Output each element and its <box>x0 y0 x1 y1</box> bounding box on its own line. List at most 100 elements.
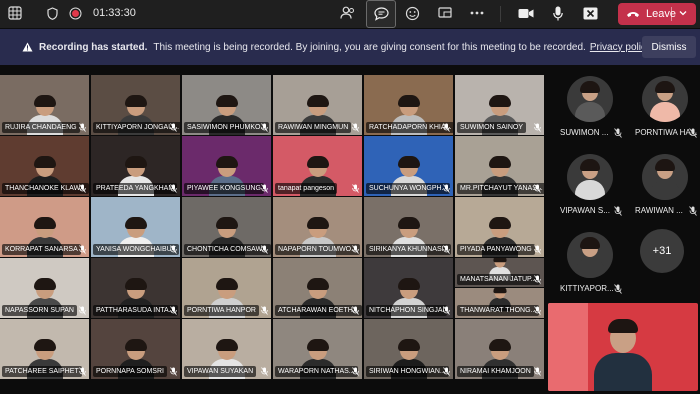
participant-hair <box>215 95 238 107</box>
participant-name: ATCHARAWAN EOETH... <box>275 305 362 316</box>
attendee-item[interactable]: KITTIYAPOR... <box>550 226 625 304</box>
participant-hair <box>215 217 238 229</box>
participant-tile[interactable]: THANWARAT THONG... <box>455 288 544 318</box>
participant-tile[interactable]: RUJIRA CHANDAENG <box>0 75 89 135</box>
participant-tile[interactable]: VIPAWAN SUYAKAN <box>182 319 271 379</box>
participant-tile[interactable]: PRATEEDA YANGKHAM <box>91 136 180 196</box>
mic-muted-icon <box>352 306 359 315</box>
participant-name: NITCHAPHON SINGJAI <box>366 305 448 316</box>
chat-icon <box>374 7 389 21</box>
participant-name: PIYAWEE KONGSUNG <box>184 183 264 194</box>
mic-muted-icon <box>443 306 450 315</box>
camera-icon[interactable] <box>518 8 534 19</box>
participant-tile[interactable]: SIRIWAN HONGWIAN... <box>364 319 453 379</box>
participant-name: PATCHAREE SAIPHET <box>2 366 82 377</box>
participant-tile[interactable]: NITCHAPHON SINGJAI <box>364 258 453 318</box>
stop-sharing-icon[interactable] <box>583 7 598 20</box>
banner-message: This meeting is being recorded. By joini… <box>153 41 586 53</box>
mic-muted-icon <box>261 306 268 315</box>
participant-name: KORRAPAT SANARSA <box>2 244 81 255</box>
participant-hair <box>488 217 511 229</box>
mic-muted-icon <box>534 367 541 376</box>
participant-hair <box>124 278 147 290</box>
participant-tile[interactable]: THANCHANOKE KLAW... <box>0 136 89 196</box>
self-background <box>548 303 588 391</box>
mic-muted-icon <box>79 184 86 193</box>
participant-tile[interactable]: SUCHUNYA WONGPH... <box>364 136 453 196</box>
participant-name: NIRAMAI KHAMJOON <box>457 366 534 377</box>
phone-hangup-icon <box>626 10 640 18</box>
dismiss-button[interactable]: Dismiss <box>642 36 696 58</box>
attendee-item[interactable]: RAWIWAN ... <box>625 148 700 226</box>
chevron-down-icon[interactable] <box>678 8 688 18</box>
people-icon[interactable] <box>340 6 356 20</box>
participant-tile[interactable]: RAWIWAN MINGMUN <box>273 75 362 135</box>
participant-tile[interactable]: PATTHARASUDA INTA... <box>91 258 180 318</box>
more-actions-icon[interactable] <box>470 11 484 15</box>
participant-tile[interactable]: YANISA WONGCHAIBUT <box>91 197 180 257</box>
participant-name: MANATSANAN JATUP... <box>457 274 540 285</box>
self-video-preview[interactable] <box>548 303 698 391</box>
participant-tile[interactable]: KORRAPAT SANARSA <box>0 197 89 257</box>
avatar-hair <box>580 159 600 171</box>
mic-muted-icon <box>614 284 622 294</box>
reactions-icon[interactable] <box>405 6 420 21</box>
microphone-icon[interactable] <box>553 6 563 21</box>
participant-tile[interactable]: RATCHADAPORN KHIA... <box>364 75 453 135</box>
avatar <box>567 154 613 200</box>
participant-tile[interactable]: WARAPORN NATHAS... <box>273 319 362 379</box>
grid-icon[interactable] <box>8 6 22 20</box>
participant-name: RATCHADAPORN KHIA... <box>366 122 453 133</box>
participant-tile[interactable]: NAPASSORN SUPAN <box>0 258 89 318</box>
avatar-body <box>650 180 680 200</box>
more-attendees[interactable]: +31 <box>625 226 700 304</box>
attendee-item[interactable]: SUWIMON ... <box>550 70 625 148</box>
overflow-count[interactable]: +31 <box>640 229 684 273</box>
participant-tile[interactable]: SUWIMON SAINOY <box>455 75 544 135</box>
participant-tile[interactable]: MANATSANAN JATUP... <box>455 258 544 287</box>
avatar-body <box>575 258 605 278</box>
attendee-item[interactable]: PORNTIWA HA... <box>625 70 700 148</box>
mic-muted-icon <box>534 306 541 315</box>
participant-hair <box>33 217 56 229</box>
mic-muted-icon <box>261 367 268 376</box>
participant-tile[interactable]: tanapat pangeson <box>273 136 362 196</box>
participant-name: THANWARAT THONG... <box>457 305 540 316</box>
participant-tile[interactable]: ATCHARAWAN EOETH... <box>273 258 362 318</box>
participant-hair <box>124 339 147 351</box>
participant-tile[interactable]: NAPAPORN TOUMWO... <box>273 197 362 257</box>
participant-tile[interactable]: CHONTICHA COMSAW... <box>182 197 271 257</box>
mic-muted-icon <box>352 367 359 376</box>
meeting-timer: 01:33:30 <box>93 7 136 19</box>
participant-name: SASIWIMON PHUMKO... <box>184 122 270 133</box>
participant-tile[interactable]: NIRAMAI KHAMJOON <box>455 319 544 379</box>
attendee-item[interactable]: VIPAWAN S... <box>550 148 625 226</box>
participant-hair <box>33 278 56 290</box>
participant-tile[interactable]: MR.PITCHAYUT YANAS... <box>455 136 544 196</box>
participant-tile[interactable]: PIYAWEE KONGSUNG <box>182 136 271 196</box>
participant-name: PORNTIWA HANPOR <box>184 305 259 316</box>
avatar-hair <box>655 159 675 171</box>
participant-name: RUJIRA CHANDAENG <box>2 122 80 133</box>
mic-muted-icon <box>534 275 541 284</box>
avatar-body <box>575 180 605 200</box>
chat-button[interactable] <box>366 0 396 28</box>
mic-muted-icon <box>352 123 359 132</box>
participant-hair <box>306 95 329 107</box>
participant-hair <box>492 258 507 263</box>
participant-name: MR.PITCHAYUT YANAS... <box>457 183 544 194</box>
leave-button[interactable]: Leave <box>618 3 696 25</box>
participant-name: THANCHANOKE KLAW... <box>2 183 89 194</box>
participant-tile[interactable]: PORNNAPA SOMSRI <box>91 319 180 379</box>
mic-muted-icon <box>614 128 622 138</box>
participant-tile[interactable]: KITTIYAPORN JONGAU... <box>91 75 180 135</box>
share-screen-icon[interactable] <box>438 7 452 20</box>
mic-muted-icon <box>689 128 697 138</box>
participant-tile[interactable]: SIRIKANYA KHUNNASIT <box>364 197 453 257</box>
participant-tile[interactable]: SASIWIMON PHUMKO... <box>182 75 271 135</box>
participant-tile[interactable]: PATCHAREE SAIPHET <box>0 319 89 379</box>
toolbar-divider <box>500 6 501 22</box>
participant-tile[interactable]: PORNTIWA HANPOR <box>182 258 271 318</box>
attendee-name: VIPAWAN S... <box>560 206 610 215</box>
participant-tile[interactable]: PIYADA PANYAWONG <box>455 197 544 257</box>
